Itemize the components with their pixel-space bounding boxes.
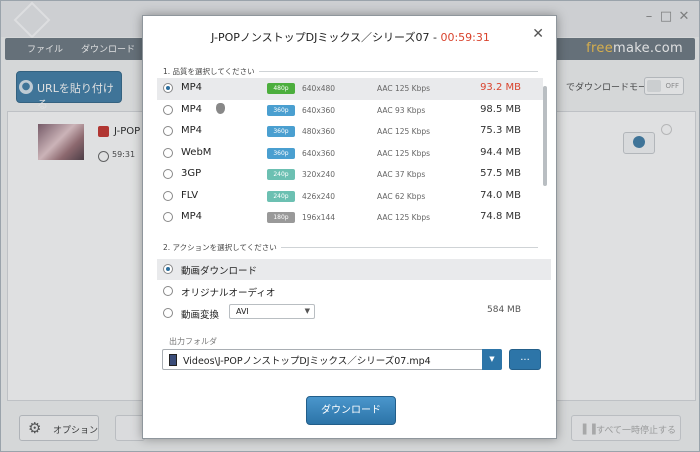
quality-size: 75.3 MB	[480, 125, 521, 136]
quality-audio: AAC 62 Kbps	[377, 191, 426, 201]
quality-audio: AAC 125 Kbps	[377, 84, 431, 93]
quality-format: MP4	[181, 125, 203, 136]
quality-badge: 240p	[267, 190, 295, 202]
quality-scroll-thumb[interactable]	[543, 86, 547, 186]
convert-format-value: AVI	[236, 307, 249, 316]
action-radio[interactable]	[163, 308, 173, 318]
quality-size: 93.2 MB	[480, 82, 521, 93]
quality-size: 98.5 MB	[480, 103, 521, 115]
quality-option[interactable]: WebM 360p 640x360 AAC 125 Kbps 94.4 MB	[157, 143, 543, 165]
output-folder-value: Videos\J-POPノンストップDJミックス／シリーズ07.mp4	[183, 356, 431, 367]
action-radio[interactable]	[163, 286, 173, 296]
action-section-label: 2. アクションを選択してください	[163, 242, 281, 253]
quality-option[interactable]: MP4 180p 196x144 AAC 125 Kbps 74.8 MB	[157, 207, 543, 229]
quality-badge: 480p	[267, 83, 295, 94]
quality-audio: AAC 125 Kbps	[377, 127, 431, 136]
quality-format: MP4	[181, 82, 203, 93]
download-button[interactable]: ダウンロード	[306, 396, 396, 425]
quality-format: MP4	[181, 103, 203, 115]
chevron-down-icon: ▼	[304, 307, 310, 315]
quality-section-label: 1. 品質を選択してください	[163, 66, 259, 77]
file-icon	[169, 354, 177, 366]
quality-resolution: 640x360	[302, 105, 336, 115]
quality-radio[interactable]	[163, 83, 173, 93]
action-option[interactable]: 動画ダウンロード	[157, 259, 551, 280]
browse-folder-button[interactable]: ...	[509, 349, 541, 370]
action-label: オリジナルオーディオ	[181, 288, 276, 299]
quality-badge: 360p	[267, 147, 295, 159]
quality-option[interactable]: FLV 240p 426x240 AAC 62 Kbps 74.0 MB	[157, 186, 543, 208]
quality-option[interactable]: MP4 360p 480x360 AAC 125 Kbps 75.3 MB	[157, 121, 543, 143]
quality-radio[interactable]	[163, 212, 173, 222]
close-dialog-icon[interactable]: ✕	[532, 26, 544, 42]
folder-dropdown-button[interactable]: ▼	[482, 349, 502, 370]
quality-size: 74.8 MB	[480, 211, 521, 222]
quality-radio[interactable]	[163, 190, 173, 201]
quality-audio: AAC 125 Kbps	[377, 213, 431, 222]
quality-option[interactable]: MP4 360p 640x360 AAC 93 Kbps 98.5 MB	[157, 100, 543, 122]
output-folder-label: 出力フォルダ	[169, 337, 217, 346]
convert-size: 584 MB	[487, 305, 521, 315]
quality-option[interactable]: 3GP 240p 320x240 AAC 37 Kbps 57.5 MB	[157, 164, 543, 186]
quality-audio: AAC 125 Kbps	[377, 148, 431, 158]
quality-resolution: 320x240	[302, 170, 336, 179]
quality-resolution: 426x240	[302, 191, 336, 201]
dialog-duration: 00:59:31	[440, 31, 490, 44]
quality-badge: 240p	[267, 169, 295, 180]
apple-icon	[216, 102, 225, 114]
dialog-title: J-POPノンストップDJミックス／シリーズ07 - 00:59:31	[143, 29, 558, 45]
quality-audio: AAC 93 Kbps	[377, 105, 426, 115]
quality-badge: 360p	[267, 126, 295, 137]
quality-badge: 180p	[267, 212, 295, 223]
action-label: 動画変換	[181, 310, 220, 321]
quality-format: FLV	[181, 189, 199, 201]
quality-format: MP4	[181, 211, 203, 222]
dialog-title-separator: -	[429, 31, 441, 44]
dialog-title-text: J-POPノンストップDJミックス／シリーズ07	[211, 31, 430, 44]
quality-option[interactable]: MP4 480p 640x480 AAC 125 Kbps 93.2 MB	[157, 78, 543, 100]
action-label: 動画ダウンロード	[181, 266, 258, 277]
quality-resolution: 640x360	[302, 148, 336, 158]
quality-resolution: 196x144	[302, 213, 336, 222]
quality-badge: 360p	[267, 104, 295, 116]
quality-audio: AAC 37 Kbps	[377, 170, 426, 179]
quality-format: WebM	[181, 146, 212, 158]
action-option[interactable]: オリジナルオーディオ	[157, 281, 551, 302]
quality-radio[interactable]	[163, 169, 173, 179]
quality-resolution: 640x480	[302, 84, 336, 93]
quality-radio[interactable]	[163, 147, 173, 158]
quality-radio[interactable]	[163, 104, 173, 115]
quality-size: 74.0 MB	[480, 189, 521, 201]
convert-format-select[interactable]: AVI ▼	[229, 304, 315, 319]
quality-resolution: 480x360	[302, 127, 336, 136]
download-dialog: J-POPノンストップDJミックス／シリーズ07 - 00:59:31 ✕ 1.…	[142, 15, 557, 439]
quality-size: 94.4 MB	[480, 146, 521, 158]
action-radio[interactable]	[163, 264, 173, 274]
quality-radio[interactable]	[163, 126, 173, 136]
output-folder-field[interactable]: Videos\J-POPノンストップDJミックス／シリーズ07.mp4	[162, 349, 502, 370]
quality-size: 57.5 MB	[480, 168, 521, 179]
quality-format: 3GP	[181, 168, 202, 179]
app-window: – □ ✕ ファイル ダウンロード freemake.com ● URLを貼り付…	[0, 0, 700, 452]
